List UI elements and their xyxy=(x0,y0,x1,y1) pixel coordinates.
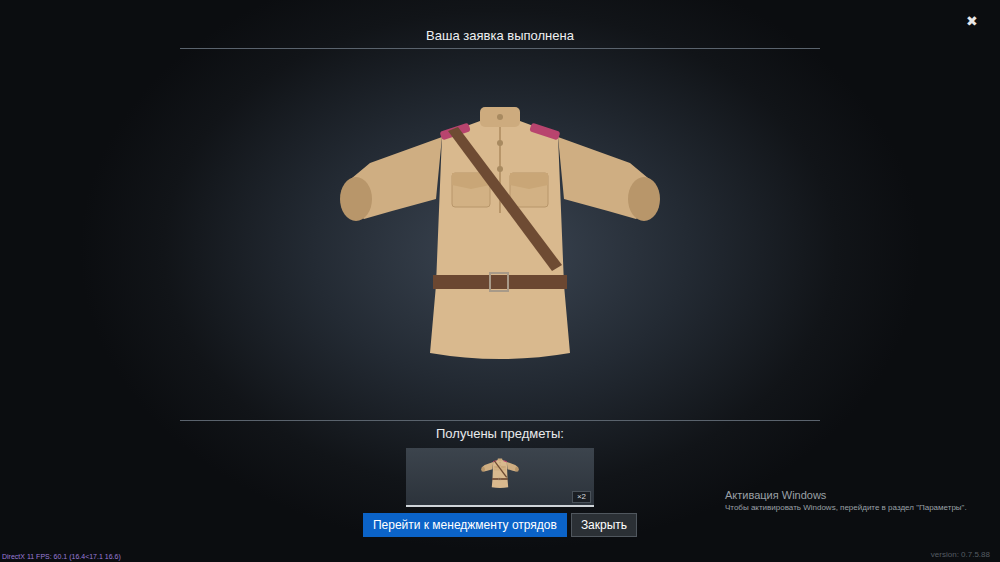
button-row: Перейти к менеджменту отрядов Закрыть xyxy=(180,513,820,537)
close-icon[interactable]: ✖ xyxy=(966,13,978,29)
dialog-title: Ваша заявка выполнена xyxy=(180,0,820,48)
button-label: Перейти к менеджменту отрядов xyxy=(373,518,557,532)
button-label: Закрыть xyxy=(581,518,627,532)
item-preview xyxy=(180,49,820,420)
dialog: Ваша заявка выполнена Получены предметы: ×… xyxy=(180,0,820,537)
version-label: version: 0.7.5.88 xyxy=(931,550,990,560)
received-label: Получены предметы: xyxy=(180,421,820,447)
bottom-divider xyxy=(180,420,820,421)
watermark-text: Чтобы активировать Windows, перейдите в … xyxy=(725,502,967,513)
debug-overlay: DirectX 11 FPS: 60.1 (16.4<17.1 16.6) xyxy=(2,552,121,561)
top-divider xyxy=(180,48,820,49)
received-item[interactable]: ×2 xyxy=(406,448,594,507)
tunic-icon xyxy=(330,95,670,375)
watermark-title: Активация Windows xyxy=(725,489,967,502)
activation-watermark: Активация WindowsЧтобы активировать Wind… xyxy=(725,489,967,513)
squad-management-button[interactable]: Перейти к менеджменту отрядов xyxy=(363,513,567,537)
item-count: ×2 xyxy=(572,491,591,503)
close-button[interactable]: Закрыть xyxy=(571,513,637,537)
tunic-icon xyxy=(480,457,520,497)
